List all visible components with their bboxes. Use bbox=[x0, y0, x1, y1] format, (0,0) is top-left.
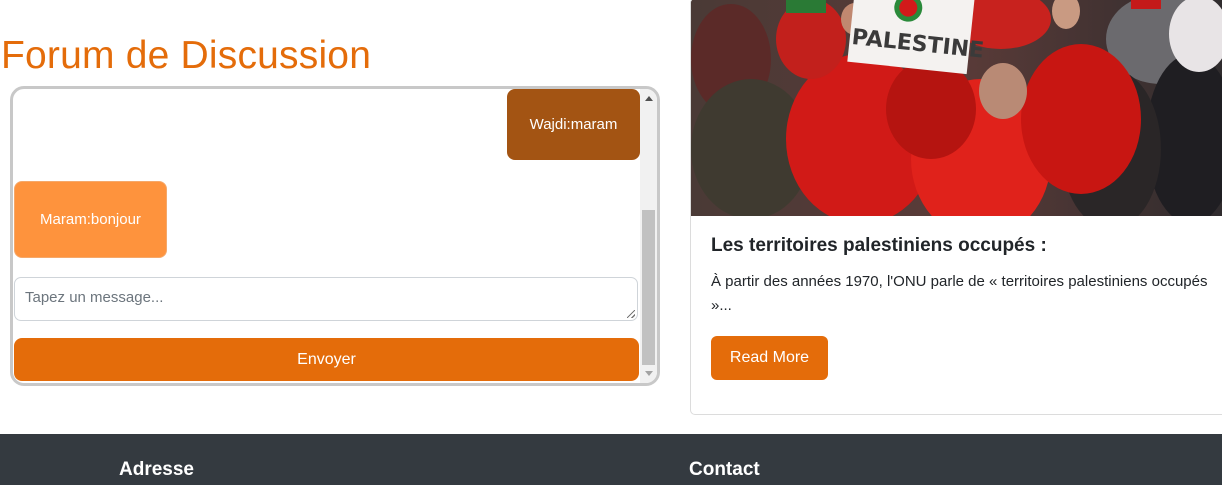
card-title: Les territoires palestiniens occupés : bbox=[711, 235, 1047, 256]
chat-message-received: Maram:bonjour bbox=[14, 181, 167, 258]
chat-message-sent: Wajdi:maram bbox=[507, 89, 640, 160]
chat-messages: Wajdi:maram Maram:bonjour Envoyer bbox=[13, 89, 640, 383]
read-more-button[interactable]: Read More bbox=[711, 336, 828, 380]
footer-contact-heading: Contact bbox=[689, 459, 760, 480]
protest-photo: PALESTINE bbox=[691, 0, 1222, 216]
footer-address-heading: Adresse bbox=[119, 459, 194, 480]
forum-title: Forum de Discussion bbox=[1, 34, 372, 77]
article-card: PALESTINE Les territoires palestiniens o… bbox=[690, 0, 1222, 415]
scroll-thumb[interactable] bbox=[642, 210, 655, 365]
scroll-up-arrow-icon[interactable] bbox=[645, 96, 653, 101]
scroll-down-arrow-icon[interactable] bbox=[645, 371, 653, 376]
protest-photo-illustration: PALESTINE bbox=[691, 0, 1222, 216]
card-text: À partir des années 1970, l'ONU parle de… bbox=[711, 273, 1208, 314]
chat-message-text: Maram:bonjour bbox=[40, 211, 141, 228]
message-input[interactable] bbox=[14, 277, 638, 321]
page: Forum de Discussion Wajdi:maram Maram:bo… bbox=[0, 0, 1222, 485]
message-input-wrapper bbox=[14, 277, 638, 321]
footer: Adresse Contact bbox=[0, 434, 1222, 485]
chat-scrollbar[interactable] bbox=[640, 89, 657, 383]
send-button[interactable]: Envoyer bbox=[14, 338, 639, 381]
chat-message-text: Wajdi:maram bbox=[529, 116, 618, 133]
chat-box: Wajdi:maram Maram:bonjour Envoyer bbox=[10, 86, 660, 386]
